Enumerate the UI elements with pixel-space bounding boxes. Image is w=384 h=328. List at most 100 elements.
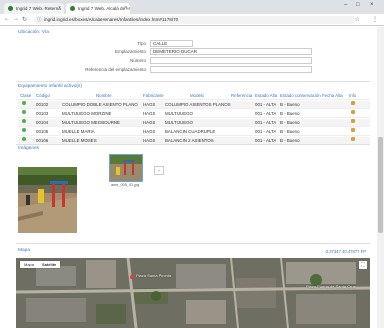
info-icon[interactable] xyxy=(351,137,355,141)
divider xyxy=(16,243,370,244)
bookmark-star-icon[interactable]: ☆ xyxy=(355,16,360,23)
browser-tabbar: Ingrid 7 Web. Reterna × Ingrid 7 Web. Al… xyxy=(0,0,384,14)
map-label: Plaza Santa Pineda xyxy=(136,273,172,278)
url-input[interactable]: ⓘ ingrid.ingrid.es/boxes/AlcalaHenares/I… xyxy=(34,16,356,24)
address-bar: ← → ↻ ⓘ ingrid.ingrid.es/boxes/AlcalaHen… xyxy=(0,14,384,26)
map-view[interactable]: Mapa Satélite ⛶ Plaza Santa Pineda Plaza… xyxy=(16,258,370,328)
table-row[interactable]: 00103 MULTIJUEGO MORZINE HAGS MULTIJUEGO… xyxy=(18,110,370,118)
close-tab-icon[interactable]: × xyxy=(58,5,61,11)
col-fecha-alta[interactable]: Fecha Alta xyxy=(322,92,343,100)
col-referencia[interactable]: Referencia xyxy=(231,92,252,100)
map-coordinates: -3.37347 40.47877 FP xyxy=(324,249,366,254)
reload-icon[interactable]: ↻ xyxy=(22,16,27,23)
emplazamiento-label: Emplazamiento xyxy=(114,49,146,54)
info-icon[interactable] xyxy=(351,119,355,123)
cell-fabricante: HAGS xyxy=(143,111,156,116)
status-dot-icon xyxy=(22,137,26,141)
col-fabricante[interactable]: Fabricante xyxy=(143,92,164,100)
browser-tab-1[interactable]: Ingrid 7 Web. Reterna × xyxy=(4,3,64,14)
back-icon[interactable]: ← xyxy=(4,16,10,22)
cell-conservacion: B - Bueno xyxy=(280,129,300,134)
numero-label: Número xyxy=(129,58,146,63)
cell-nombre: MULTIJUEGO MORZINE xyxy=(62,111,112,116)
browser-menu-icon[interactable]: ⋮ xyxy=(372,16,378,23)
info-icon[interactable] xyxy=(351,101,355,105)
cell-conservacion: B - Bueno xyxy=(280,102,300,107)
browser-tab-2[interactable]: Ingrid 7 Web. Alcalá de H × xyxy=(66,3,130,14)
referencia-field[interactable] xyxy=(150,66,312,73)
table-header: Clase Código Nombre Fabricante Modelo Re… xyxy=(18,92,370,100)
map-type-map[interactable]: Mapa xyxy=(20,261,38,268)
status-dot-icon xyxy=(22,101,26,105)
cell-codigo: 00102 xyxy=(36,102,49,107)
cell-conservacion: B - Bueno xyxy=(280,111,300,116)
map-pin-icon[interactable] xyxy=(130,275,134,279)
tab-label: Ingrid 7 Web. Reterna xyxy=(16,6,61,11)
table-row[interactable]: 00104 MULTIJUEGO MEGBOURNE HAGS MULTIJUE… xyxy=(18,119,370,127)
forward-icon[interactable]: → xyxy=(13,16,19,22)
maximize-icon[interactable]: □ xyxy=(356,2,360,8)
close-window-icon[interactable]: × xyxy=(370,2,374,8)
cell-modelo: MULTIJUEGO xyxy=(165,120,193,125)
col-clase[interactable]: Clase xyxy=(20,92,31,100)
scrollbar-thumb[interactable] xyxy=(378,137,383,233)
cell-codigo: 00103 xyxy=(36,111,49,116)
cell-estado-alta: 001 - ALTA xyxy=(255,102,277,107)
cell-estado-alta: 001 - ALTA xyxy=(255,111,277,116)
col-info[interactable]: Info xyxy=(349,92,356,100)
divider xyxy=(16,144,370,145)
cell-fabricante: HAGS xyxy=(143,120,156,125)
cell-modelo: COLUMPIO ASIENTOS PLANOS xyxy=(165,102,231,107)
mapa-title: Mapa xyxy=(18,248,30,253)
status-dot-icon xyxy=(22,128,26,132)
url-text: ingrid.ingrid.es/boxes/AlcalaHenares/Inf… xyxy=(44,17,179,22)
cell-codigo: 00104 xyxy=(36,120,49,125)
cell-nombre: MULTIJUEGO MEGBOURNE xyxy=(62,120,120,125)
favicon-icon xyxy=(8,6,13,11)
map-type-control: Mapa Satélite xyxy=(20,261,61,268)
map-label: Plaza Puerta de Santa Cruz xyxy=(306,284,356,289)
info-icon[interactable]: ⓘ xyxy=(37,16,42,24)
cell-nombre: MUELLE MARIA xyxy=(62,129,95,134)
divider xyxy=(16,81,370,82)
cell-nombre: COLUMPIO DOBLE ASIENTO PLANO xyxy=(62,102,138,107)
numero-field[interactable] xyxy=(150,57,312,64)
cell-estado-alta: 001 - ALTA xyxy=(255,129,277,134)
cell-estado-alta: 001 - ALTA xyxy=(255,120,277,125)
info-icon[interactable] xyxy=(351,128,355,132)
status-dot-icon xyxy=(22,110,26,114)
ubicacion-title: Ubicación: Vía xyxy=(18,30,49,35)
cell-modelo: BALANCIN CUADRUPLE xyxy=(165,129,216,134)
add-image-button[interactable]: + xyxy=(154,166,164,175)
info-icon[interactable] xyxy=(351,110,355,114)
image-caption: ame_005_01.jpg xyxy=(111,183,140,187)
fullscreen-icon[interactable]: ⛶ xyxy=(359,261,367,269)
tipo-label: Tipo xyxy=(137,41,146,46)
table-row[interactable]: 00102 COLUMPIO DOBLE ASIENTO PLANO HAGS … xyxy=(18,101,370,109)
status-dot-icon xyxy=(22,119,26,123)
cell-conservacion: B - Bueno xyxy=(280,120,300,125)
col-estado-alta[interactable]: Estado Alta xyxy=(255,92,277,100)
cell-codigo: 00105 xyxy=(36,129,49,134)
table-row[interactable]: 00105 MUELLE MARIA HAGS BALANCIN CUADRUP… xyxy=(18,128,370,136)
imagenes-title: Imágenes xyxy=(18,146,40,151)
col-estado-conservacion[interactable]: Estado conservación xyxy=(280,92,321,100)
referencia-label: Referencia del emplazamiento xyxy=(85,67,146,72)
cell-fabricante: HAGS xyxy=(143,129,156,134)
playground-photo-thumb[interactable] xyxy=(109,154,143,182)
minimize-icon[interactable]: – xyxy=(344,2,347,8)
emplazamiento-field[interactable]: DEMETERIO DUCAR xyxy=(150,48,312,55)
col-nombre[interactable]: Nombre xyxy=(96,92,112,100)
map-type-satellite[interactable]: Satélite xyxy=(38,261,60,268)
playground-photo-large[interactable] xyxy=(18,167,77,233)
main-content: Ubicación: Vía Tipo CALLE Emplazamiento … xyxy=(16,27,372,328)
col-modelo[interactable]: Modelo xyxy=(190,92,204,100)
tipo-field[interactable]: CALLE xyxy=(150,40,193,47)
equipamiento-title: Equipamiento infantil activo(s) xyxy=(18,84,82,89)
close-tab-icon[interactable]: × xyxy=(124,5,127,11)
cell-fabricante: HAGS xyxy=(143,102,156,107)
tab-label: Ingrid 7 Web. Alcalá de H xyxy=(78,6,130,11)
col-codigo[interactable]: Código xyxy=(36,92,50,100)
cell-modelo: MULTIJUEGO xyxy=(165,111,193,116)
page: Ubicación: Vía Tipo CALLE Emplazamiento … xyxy=(0,27,384,328)
